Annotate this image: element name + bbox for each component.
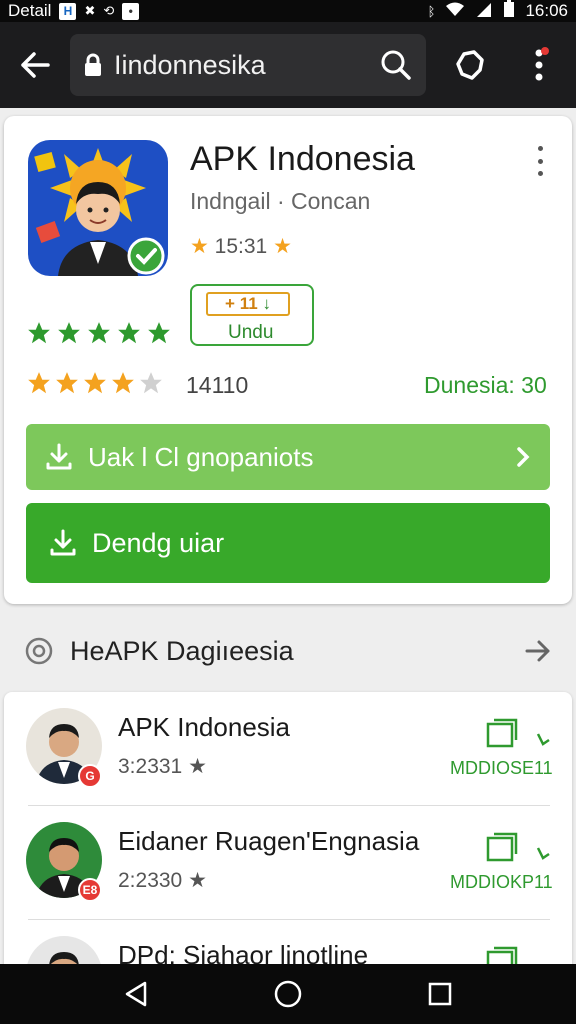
- avatar-badge: G: [78, 764, 102, 788]
- list-item-download-button[interactable]: MDDIOSE11: [450, 716, 553, 782]
- lock-icon: [84, 53, 102, 77]
- star-icon: [58, 322, 80, 344]
- list-item-rating: 2:2330 ★: [118, 868, 207, 893]
- arrow-down-icon: ↓: [262, 294, 271, 313]
- search-icon: [381, 50, 411, 80]
- sync-icon: ⟲: [103, 3, 115, 18]
- developer-line[interactable]: Indngail · Concan: [190, 188, 370, 215]
- list-item-action-label: MDDIOKP11: [450, 872, 553, 892]
- gold-star-rating: [26, 370, 164, 396]
- rating-text: 2:2330: [118, 869, 183, 892]
- rating-text: 3:2331: [118, 755, 183, 778]
- star-icon: [112, 372, 134, 394]
- chevron-right-icon: [517, 447, 530, 467]
- list-item-name: APK Indonesia: [118, 712, 291, 742]
- target-icon: [25, 637, 53, 665]
- puzzle-icon: [456, 50, 484, 80]
- rating-row: ★ 15:31 ★: [190, 234, 292, 259]
- secondary-download-button[interactable]: Uak l Cl gnopaniots: [26, 424, 550, 490]
- install-icon: [486, 832, 550, 862]
- browser-toolbar: Iindonnesika: [0, 22, 576, 108]
- download-icon: [46, 443, 72, 470]
- star-icon: [118, 322, 140, 344]
- url-field[interactable]: Iindonnesika: [70, 34, 426, 96]
- card-more-button[interactable]: [532, 146, 548, 176]
- more-vert-icon: [535, 47, 549, 81]
- battery-icon: [503, 0, 515, 22]
- badge-top: + 11 ↓: [206, 292, 290, 316]
- recents-square-icon: [428, 982, 452, 1006]
- list-item-download-button[interactable]: MDDIOKP11: [450, 830, 553, 896]
- star-icon: [148, 322, 170, 344]
- star-icon: [56, 372, 78, 394]
- primary-download-button[interactable]: Dendg uiar: [26, 503, 550, 583]
- secondary-button-label: Uak l Cl gnopaniots: [88, 441, 314, 472]
- clock: 16:06: [525, 1, 568, 20]
- status-bar: Detail H ✖ ⟲ • ᛒ 16:06: [0, 0, 576, 22]
- download-info: Dunesia: 30: [424, 372, 547, 398]
- app-detail-card: APK Indonesia Indngail · Concan ★ 15:31 …: [4, 116, 572, 604]
- primary-button-label: Dendg uiar: [92, 527, 225, 558]
- green-star-rating: [26, 320, 172, 346]
- star-empty-icon: [140, 372, 162, 394]
- x-notification-icon: ✖: [84, 3, 96, 18]
- list-item-action-label: MDDIOSE11: [450, 758, 553, 778]
- star-icon: [84, 372, 106, 394]
- install-icon: [486, 718, 550, 748]
- system-nav-bar: [0, 964, 576, 1024]
- home-circle-icon: [274, 980, 302, 1008]
- back-button[interactable]: [0, 22, 70, 108]
- plus-icon: +: [225, 294, 235, 313]
- wifi-icon: [445, 1, 465, 22]
- star-icon: ★: [188, 869, 207, 892]
- signal-icon: [475, 1, 493, 22]
- avatar-badge: E8: [78, 878, 102, 902]
- rating-text: 15:31: [214, 235, 268, 258]
- nav-recents-button[interactable]: [410, 969, 470, 1019]
- url-text: Iindonnesika: [114, 49, 266, 80]
- status-label: Detail: [8, 1, 52, 20]
- related-section-header[interactable]: HeAPK Dagiıeesia: [0, 612, 576, 690]
- browser-menu-button[interactable]: [516, 45, 566, 85]
- bluetooth-icon: ᛒ: [427, 3, 436, 19]
- badge-top-text: 11: [239, 294, 258, 313]
- badge-bottom-text: Undu: [228, 322, 274, 343]
- download-icon: [50, 529, 76, 556]
- list-item-rating: 3:2331 ★: [118, 754, 207, 779]
- star-icon: ★: [190, 235, 209, 258]
- star-icon: [28, 372, 50, 394]
- install-badge[interactable]: + 11 ↓ Undu: [190, 284, 314, 346]
- app-title: APK Indonesia: [190, 140, 415, 178]
- list-item[interactable]: E8 Eidaner Ruagen'Engnasia 2:2330 ★ MDDI…: [4, 806, 572, 920]
- star-icon: ★: [188, 755, 207, 778]
- star-icon: [28, 322, 50, 344]
- extensions-button[interactable]: [426, 48, 516, 82]
- nav-home-button[interactable]: [258, 969, 318, 1019]
- rating-count: 14110: [186, 372, 249, 398]
- related-apps-list: G APK Indonesia 3:2331 ★ MDDIOSE11 E8 Ei…: [4, 692, 572, 972]
- star-icon: [88, 322, 110, 344]
- app-notification-icon: •: [122, 2, 140, 20]
- section-title: HeAPK Dagiıeesia: [70, 635, 294, 666]
- star-icon: ★: [273, 235, 292, 258]
- list-item[interactable]: G APK Indonesia 3:2331 ★ MDDIOSE11: [4, 692, 572, 806]
- notification-icon: H: [59, 2, 77, 20]
- back-arrow-icon: [21, 52, 50, 78]
- triangle-back-icon: [125, 981, 147, 1007]
- search-button[interactable]: [380, 49, 412, 81]
- list-item-name: Eidaner Ruagen'Engnasia: [118, 826, 420, 856]
- app-icon[interactable]: [28, 140, 168, 276]
- arrow-right-icon: [525, 640, 550, 662]
- nav-back-button[interactable]: [106, 969, 166, 1019]
